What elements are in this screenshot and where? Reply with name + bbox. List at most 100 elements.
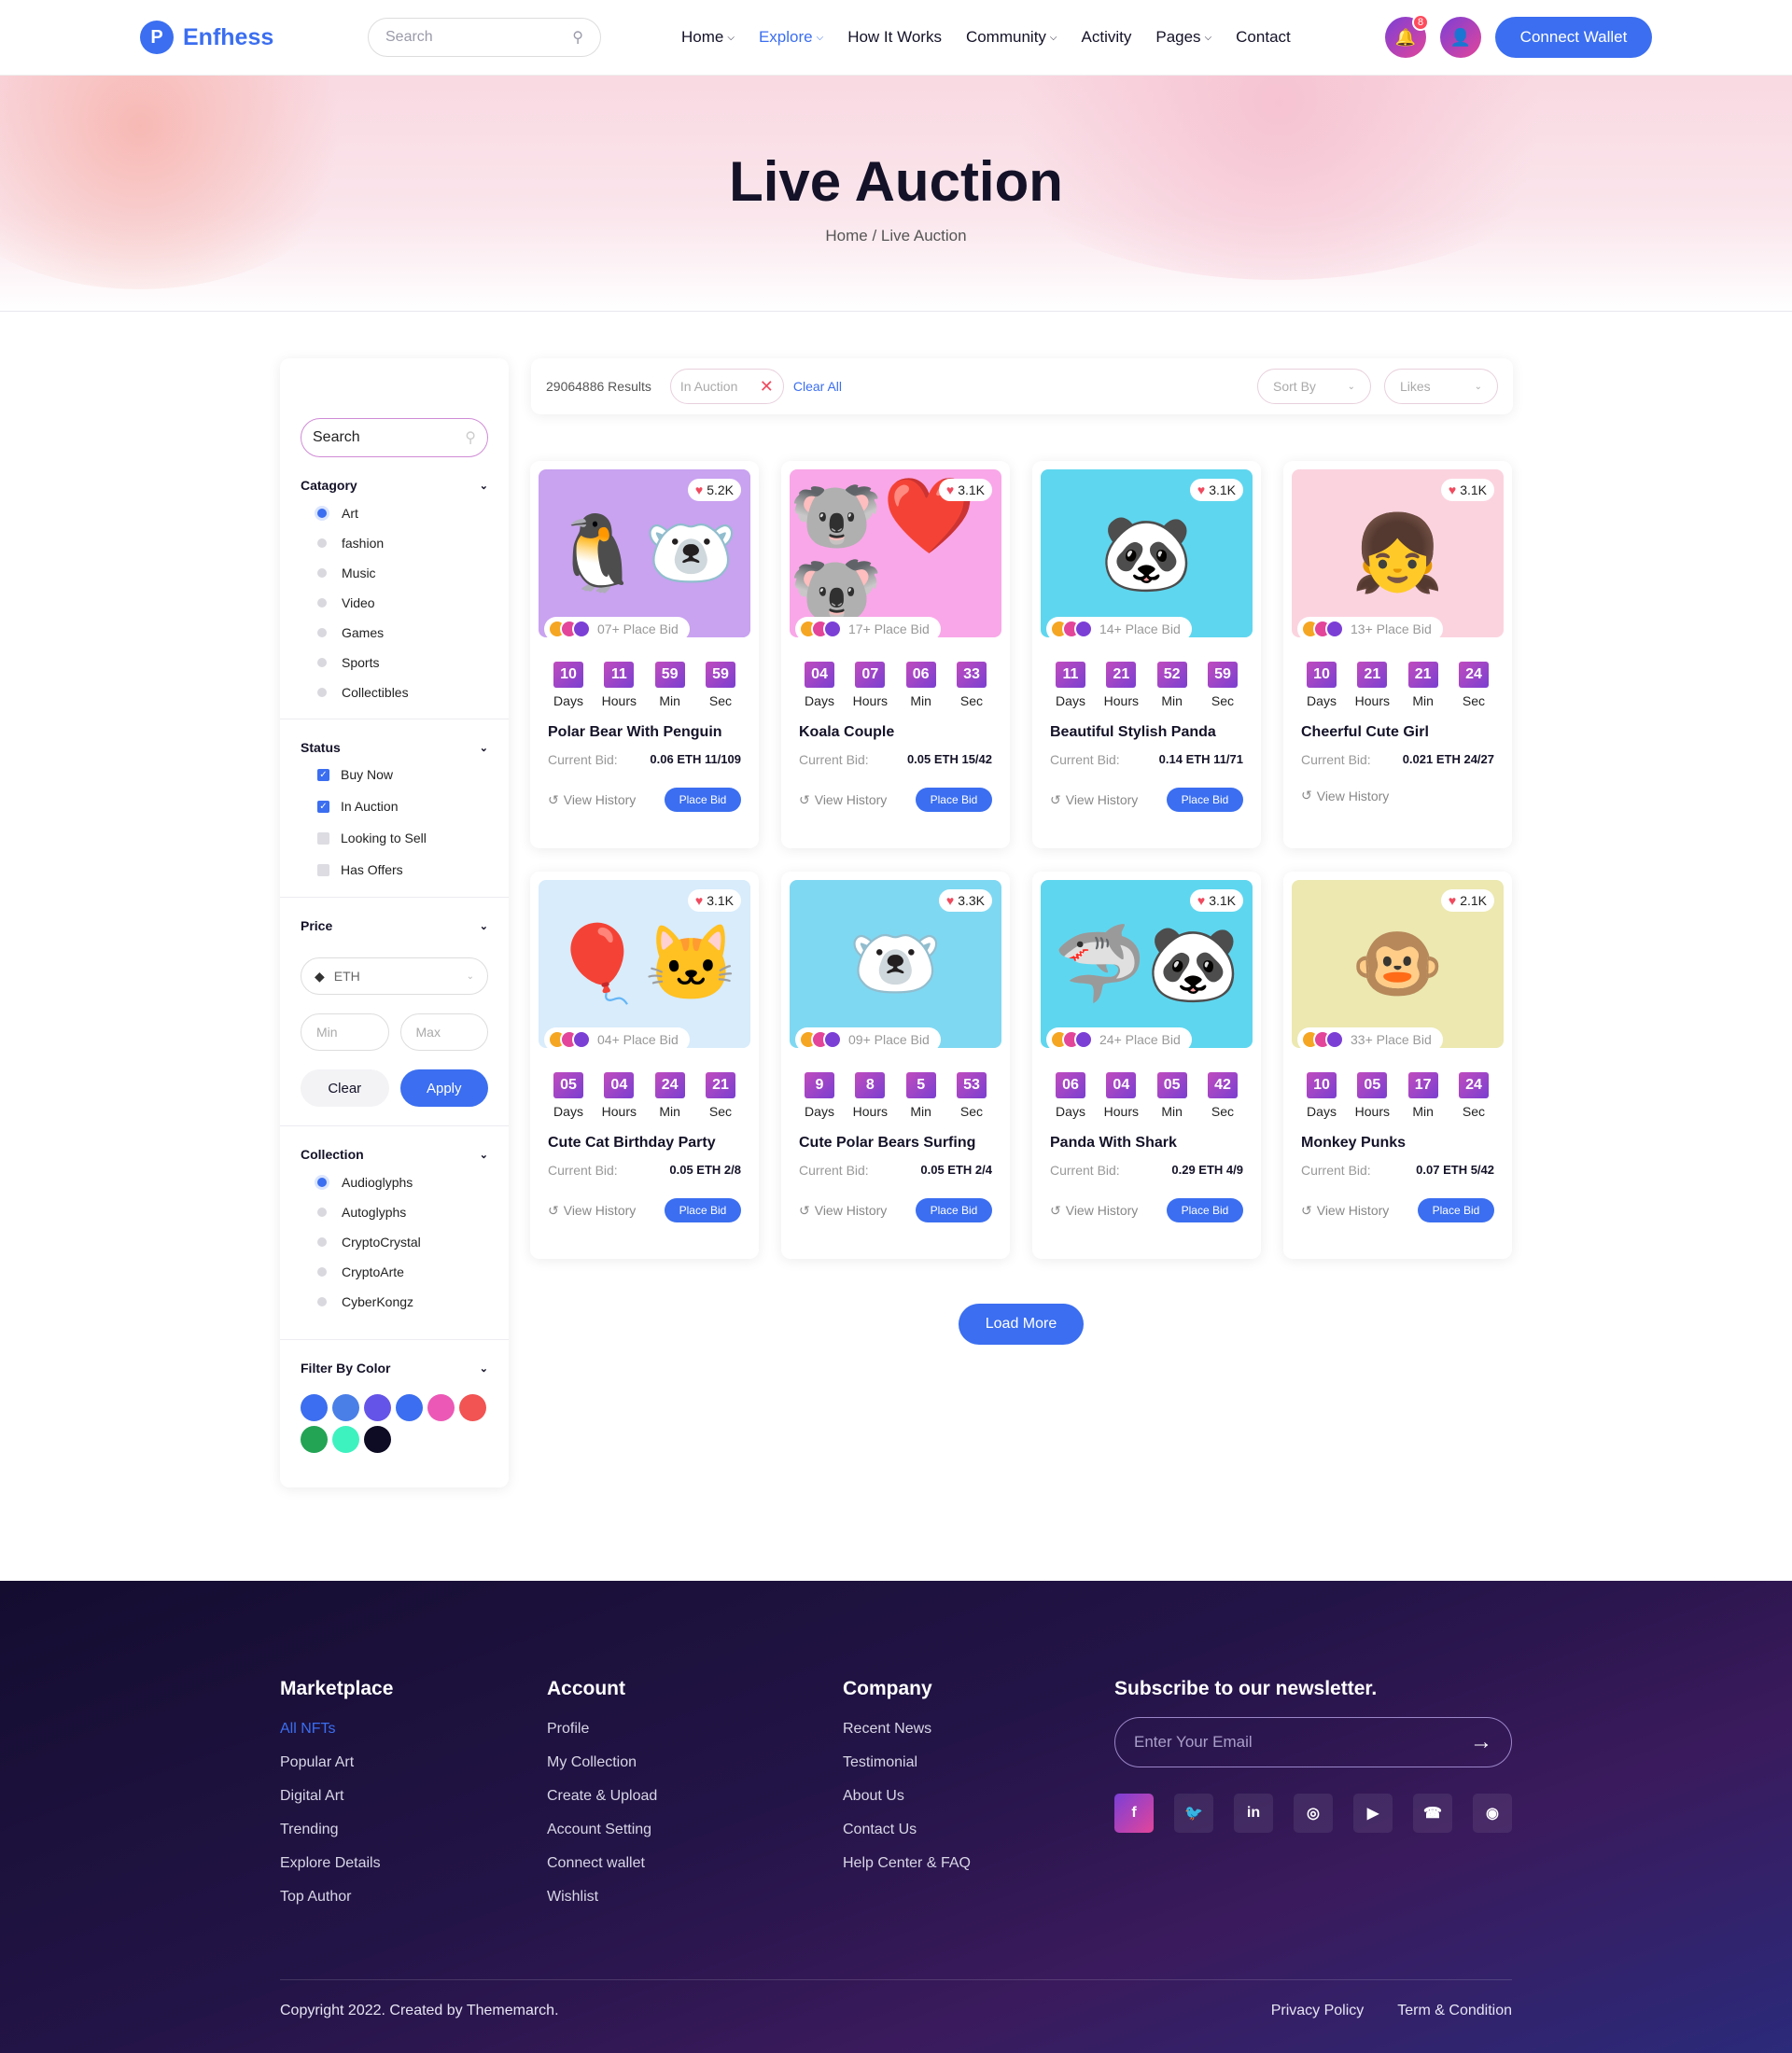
category-option[interactable]: Art xyxy=(317,498,488,528)
footer-link[interactable]: My Collection xyxy=(547,1754,657,1788)
status-header[interactable]: Status ⌄ xyxy=(301,740,488,755)
category-option[interactable]: fashion xyxy=(317,528,488,558)
category-header[interactable]: Catagory ⌄ xyxy=(301,478,488,493)
currency-select[interactable]: ◆ ETH ⌄ xyxy=(301,957,488,995)
category-option[interactable]: Collectibles xyxy=(317,677,488,707)
color-swatch[interactable] xyxy=(364,1394,391,1421)
color-filter-header[interactable]: Filter By Color ⌄ xyxy=(301,1361,488,1376)
newsletter-email-input[interactable]: Enter Your Email → xyxy=(1114,1717,1512,1767)
header-search-input[interactable]: Search ⚲ xyxy=(368,18,601,57)
card-image[interactable]: 🐧🐻‍❄️ ♥ 5.2K 07+ Place Bid xyxy=(539,469,750,637)
footer-link[interactable]: Testimonial xyxy=(843,1754,971,1788)
footer-link[interactable]: Contact Us xyxy=(843,1822,971,1855)
auction-card[interactable]: 🐵 ♥ 2.1K 33+ Place Bid 10 Days 05 Hours 17 Min 24 S… xyxy=(1283,872,1512,1259)
view-history-link[interactable]: ↺ View History xyxy=(799,792,887,808)
arrow-right-icon[interactable]: → xyxy=(1470,1729,1492,1755)
card-title[interactable]: Polar Bear With Penguin xyxy=(548,724,750,741)
place-bid-button[interactable]: Place Bid xyxy=(916,788,992,812)
category-option[interactable]: Music xyxy=(317,558,488,588)
status-option[interactable]: Looking to Sell xyxy=(317,822,488,854)
radio-button[interactable] xyxy=(317,1237,327,1247)
footer-link[interactable]: Popular Art xyxy=(280,1754,393,1788)
logo[interactable]: P Enfhess xyxy=(140,21,368,54)
radio-button[interactable] xyxy=(317,1267,327,1277)
likes-badge[interactable]: ♥ 5.2K xyxy=(687,479,741,501)
card-image[interactable]: 🐵 ♥ 2.1K 33+ Place Bid xyxy=(1292,880,1504,1048)
place-bid-button[interactable]: Place Bid xyxy=(665,1198,741,1222)
checkbox[interactable]: ✓ xyxy=(317,768,329,781)
card-title[interactable]: Monkey Punks xyxy=(1301,1135,1504,1152)
likes-badge[interactable]: ♥ 3.1K xyxy=(687,889,741,912)
card-image[interactable]: 🐼 ♥ 3.1K 14+ Place Bid xyxy=(1041,469,1253,637)
max-price-input[interactable]: Max xyxy=(399,1013,488,1051)
auction-card[interactable]: 🐼 ♥ 3.1K 14+ Place Bid 11 Days 21 Hours 52 Min 59 S… xyxy=(1032,461,1261,848)
view-history-link[interactable]: ↺ View History xyxy=(799,1203,887,1219)
checkbox[interactable] xyxy=(317,831,329,845)
youtube-icon[interactable]: ▶ xyxy=(1353,1794,1393,1833)
radio-button[interactable] xyxy=(317,598,327,608)
auction-card[interactable]: 🎈🐱 ♥ 3.1K 04+ Place Bid 05 Days 04 Hours 24 Min 21… xyxy=(530,872,759,1259)
likes-select[interactable]: Likes ⌄ xyxy=(1384,369,1498,404)
instagram-icon[interactable]: ◎ xyxy=(1294,1794,1333,1833)
place-bid-button[interactable]: Place Bid xyxy=(1418,1198,1494,1222)
auction-card[interactable]: 👧 ♥ 3.1K 13+ Place Bid 10 Days 21 Hours 21 Min 24 S… xyxy=(1283,461,1512,848)
card-image[interactable]: 🦈🐼 ♥ 3.1K 24+ Place Bid xyxy=(1041,880,1253,1048)
nav-item-community[interactable]: Community ⌵ xyxy=(966,28,1057,47)
color-swatch[interactable] xyxy=(427,1394,455,1421)
card-image[interactable]: 🎈🐱 ♥ 3.1K 04+ Place Bid xyxy=(539,880,750,1048)
github-icon[interactable]: ◉ xyxy=(1473,1794,1512,1833)
footer-link[interactable]: Help Center & FAQ xyxy=(843,1855,971,1889)
card-title[interactable]: Panda With Shark xyxy=(1050,1135,1253,1152)
collection-option[interactable]: CyberKongz xyxy=(317,1287,488,1317)
nav-item-pages[interactable]: Pages ⌵ xyxy=(1155,28,1211,47)
auction-card[interactable]: 🐧🐻‍❄️ ♥ 5.2K 07+ Place Bid 10 Days 11 Hours 59 Mi… xyxy=(530,461,759,848)
likes-badge[interactable]: ♥ 2.1K xyxy=(1440,889,1494,912)
category-option[interactable]: Sports xyxy=(317,648,488,677)
radio-button[interactable] xyxy=(317,509,327,518)
footer-link[interactable]: All NFTs xyxy=(280,1721,393,1754)
connect-wallet-button[interactable]: Connect Wallet xyxy=(1495,17,1652,58)
active-filter-chip[interactable]: In Auction ✕ xyxy=(669,369,784,404)
nav-item-explore[interactable]: Explore ⌵ xyxy=(759,28,823,47)
likes-badge[interactable]: ♥ 3.1K xyxy=(1189,889,1243,912)
view-history-link[interactable]: ↺ View History xyxy=(1301,1203,1389,1219)
collection-header[interactable]: Collection ⌄ xyxy=(301,1147,488,1162)
footer-link[interactable]: Create & Upload xyxy=(547,1788,657,1822)
likes-badge[interactable]: ♥ 3.1K xyxy=(938,479,992,501)
view-history-link[interactable]: ↺ View History xyxy=(1050,1203,1138,1219)
auction-card[interactable]: 🦈🐼 ♥ 3.1K 24+ Place Bid 06 Days 04 Hours 05 Min 42… xyxy=(1032,872,1261,1259)
radio-button[interactable] xyxy=(317,688,327,697)
footer-bottom-link[interactable]: Privacy Policy xyxy=(1271,2003,1365,2019)
view-history-link[interactable]: ↺ View History xyxy=(548,792,636,808)
likes-badge[interactable]: ♥ 3.1K xyxy=(1189,479,1243,501)
collection-option[interactable]: Autoglyphs xyxy=(317,1197,488,1227)
checkbox[interactable]: ✓ xyxy=(317,800,329,813)
notification-button[interactable]: 🔔 8 xyxy=(1385,14,1429,58)
collection-option[interactable]: CryptoArte xyxy=(317,1257,488,1287)
view-history-link[interactable]: ↺ View History xyxy=(1050,792,1138,808)
view-history-link[interactable]: ↺ View History xyxy=(1301,788,1389,803)
footer-link[interactable]: Digital Art xyxy=(280,1788,393,1822)
footer-bottom-link[interactable]: Term & Condition xyxy=(1397,2003,1512,2019)
likes-badge[interactable]: ♥ 3.3K xyxy=(938,889,992,912)
facebook-icon[interactable]: f xyxy=(1114,1794,1154,1833)
auction-card[interactable]: 🐨❤️🐨 ♥ 3.1K 17+ Place Bid 04 Days 07 Hours 06 Min… xyxy=(781,461,1010,848)
radio-button[interactable] xyxy=(317,628,327,637)
linkedin-icon[interactable]: in xyxy=(1234,1794,1273,1833)
card-image[interactable]: 🐨❤️🐨 ♥ 3.1K 17+ Place Bid xyxy=(790,469,1001,637)
clear-price-button[interactable]: Clear xyxy=(301,1069,389,1107)
profile-button[interactable]: 👤 xyxy=(1440,17,1481,58)
min-price-input[interactable]: Min xyxy=(301,1013,389,1051)
radio-button[interactable] xyxy=(317,538,327,548)
nav-item-home[interactable]: Home ⌵ xyxy=(681,28,735,47)
category-option[interactable]: Video xyxy=(317,588,488,618)
footer-link[interactable]: Explore Details xyxy=(280,1855,393,1889)
collection-option[interactable]: CryptoCrystal xyxy=(317,1227,488,1257)
nav-item-how-it-works[interactable]: How It Works xyxy=(847,28,942,47)
place-bid-button[interactable]: Place Bid xyxy=(916,1198,992,1222)
card-image[interactable]: 👧 ♥ 3.1K 13+ Place Bid xyxy=(1292,469,1504,637)
place-bid-button[interactable]: Place Bid xyxy=(665,788,741,812)
color-swatch[interactable] xyxy=(459,1394,486,1421)
nav-item-activity[interactable]: Activity xyxy=(1082,28,1132,47)
card-title[interactable]: Cheerful Cute Girl xyxy=(1301,724,1504,741)
